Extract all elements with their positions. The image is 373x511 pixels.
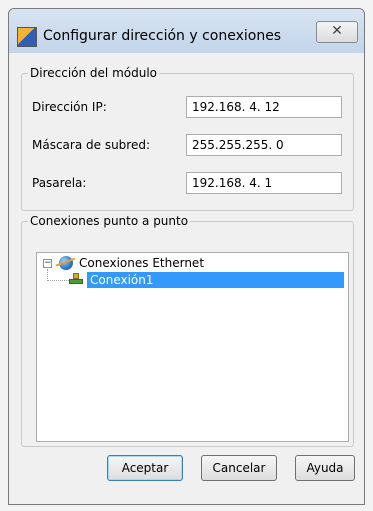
gateway-label: Pasarela: bbox=[32, 176, 87, 190]
accept-button[interactable]: Aceptar bbox=[107, 455, 183, 481]
globe-icon bbox=[59, 256, 73, 270]
tree-root-ethernet[interactable]: Conexiones Ethernet bbox=[79, 256, 204, 270]
dialog-title: Configurar dirección y conexiones bbox=[43, 28, 282, 44]
tree-connector-branch bbox=[47, 280, 69, 281]
network-connection-icon bbox=[69, 273, 83, 285]
ip-label: Dirección IP: bbox=[32, 100, 107, 114]
help-button[interactable]: Ayuda bbox=[295, 455, 355, 481]
subnet-mask-label: Máscara de subred: bbox=[32, 138, 151, 152]
close-button[interactable]: ✕ bbox=[316, 21, 358, 43]
title-bar[interactable]: Configurar dirección y conexiones ✕ bbox=[9, 9, 364, 53]
tree-item-conexion1[interactable]: Conexión1 bbox=[87, 272, 344, 288]
module-address-legend: Dirección del módulo bbox=[28, 66, 159, 80]
p2p-connections-legend: Conexiones punto a punto bbox=[28, 214, 191, 228]
subnet-mask-field[interactable]: 255.255.255. 0 bbox=[186, 134, 342, 156]
connections-tree[interactable]: − Conexiones Ethernet Conexión1 bbox=[36, 252, 349, 442]
tree-item-label: Conexión1 bbox=[90, 273, 154, 287]
ip-address-field[interactable]: 192.168. 4. 12 bbox=[186, 96, 342, 118]
dialog-body: Dirección del módulo Dirección IP: 192.1… bbox=[15, 53, 358, 498]
app-icon bbox=[17, 27, 37, 47]
close-icon: ✕ bbox=[331, 23, 343, 39]
gateway-field[interactable]: 192.168. 4. 1 bbox=[186, 172, 342, 194]
cancel-button[interactable]: Cancelar bbox=[201, 455, 277, 481]
config-dialog: Configurar dirección y conexiones ✕ Dire… bbox=[8, 8, 365, 505]
module-address-group: Dirección del módulo Dirección IP: 192.1… bbox=[21, 66, 354, 211]
collapse-icon[interactable]: − bbox=[43, 259, 52, 268]
p2p-connections-group: Conexiones punto a punto − Conexiones Et… bbox=[21, 214, 354, 447]
